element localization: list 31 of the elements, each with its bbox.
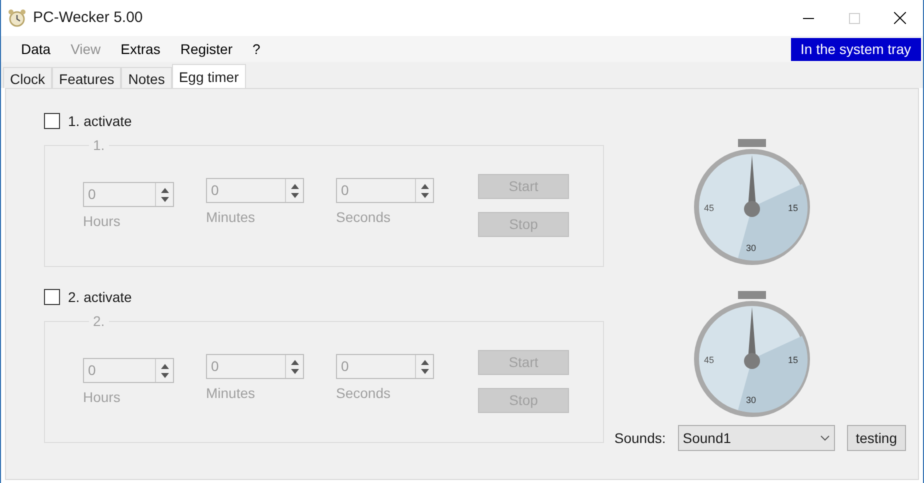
menu-item[interactable]: Register bbox=[170, 38, 242, 60]
window-title: PC-Wecker 5.00 bbox=[33, 8, 143, 28]
testing-button[interactable]: testing bbox=[846, 425, 906, 451]
tab[interactable]: Notes bbox=[121, 67, 172, 88]
dial-label: 30 bbox=[746, 395, 756, 405]
sounds-label: Sounds: bbox=[614, 428, 666, 448]
field-label: Seconds bbox=[336, 384, 392, 403]
maximize-icon bbox=[848, 12, 860, 24]
field-label: Minutes bbox=[206, 208, 256, 227]
menu-item[interactable]: Data bbox=[11, 38, 61, 60]
dial-label: 45 bbox=[704, 203, 714, 213]
group-title: 2. bbox=[92, 312, 106, 331]
tab[interactable]: Clock bbox=[3, 67, 52, 88]
alarm-clock-icon bbox=[7, 8, 27, 28]
menu-item[interactable]: Extras bbox=[110, 38, 170, 60]
field-label: Minutes bbox=[206, 384, 256, 403]
dial-label: 15 bbox=[788, 355, 798, 365]
close-icon bbox=[894, 12, 906, 24]
tab[interactable]: Features bbox=[52, 67, 122, 88]
chevron-down-icon bbox=[820, 435, 830, 441]
group-title: 1. bbox=[92, 136, 106, 155]
field-label: Seconds bbox=[336, 208, 392, 227]
field-label: Hours bbox=[83, 212, 122, 231]
system-tray-button[interactable]: In the system tray bbox=[790, 38, 921, 60]
dial-label: 45 bbox=[704, 355, 714, 365]
field-label: Hours bbox=[83, 388, 122, 407]
menu-item[interactable]: ? bbox=[242, 38, 270, 60]
dial-label: 15 bbox=[788, 203, 798, 213]
tab[interactable]: Egg timer bbox=[172, 64, 246, 88]
sound-dropdown[interactable]: Sound1 bbox=[678, 425, 835, 451]
dial-label: 30 bbox=[746, 243, 756, 253]
